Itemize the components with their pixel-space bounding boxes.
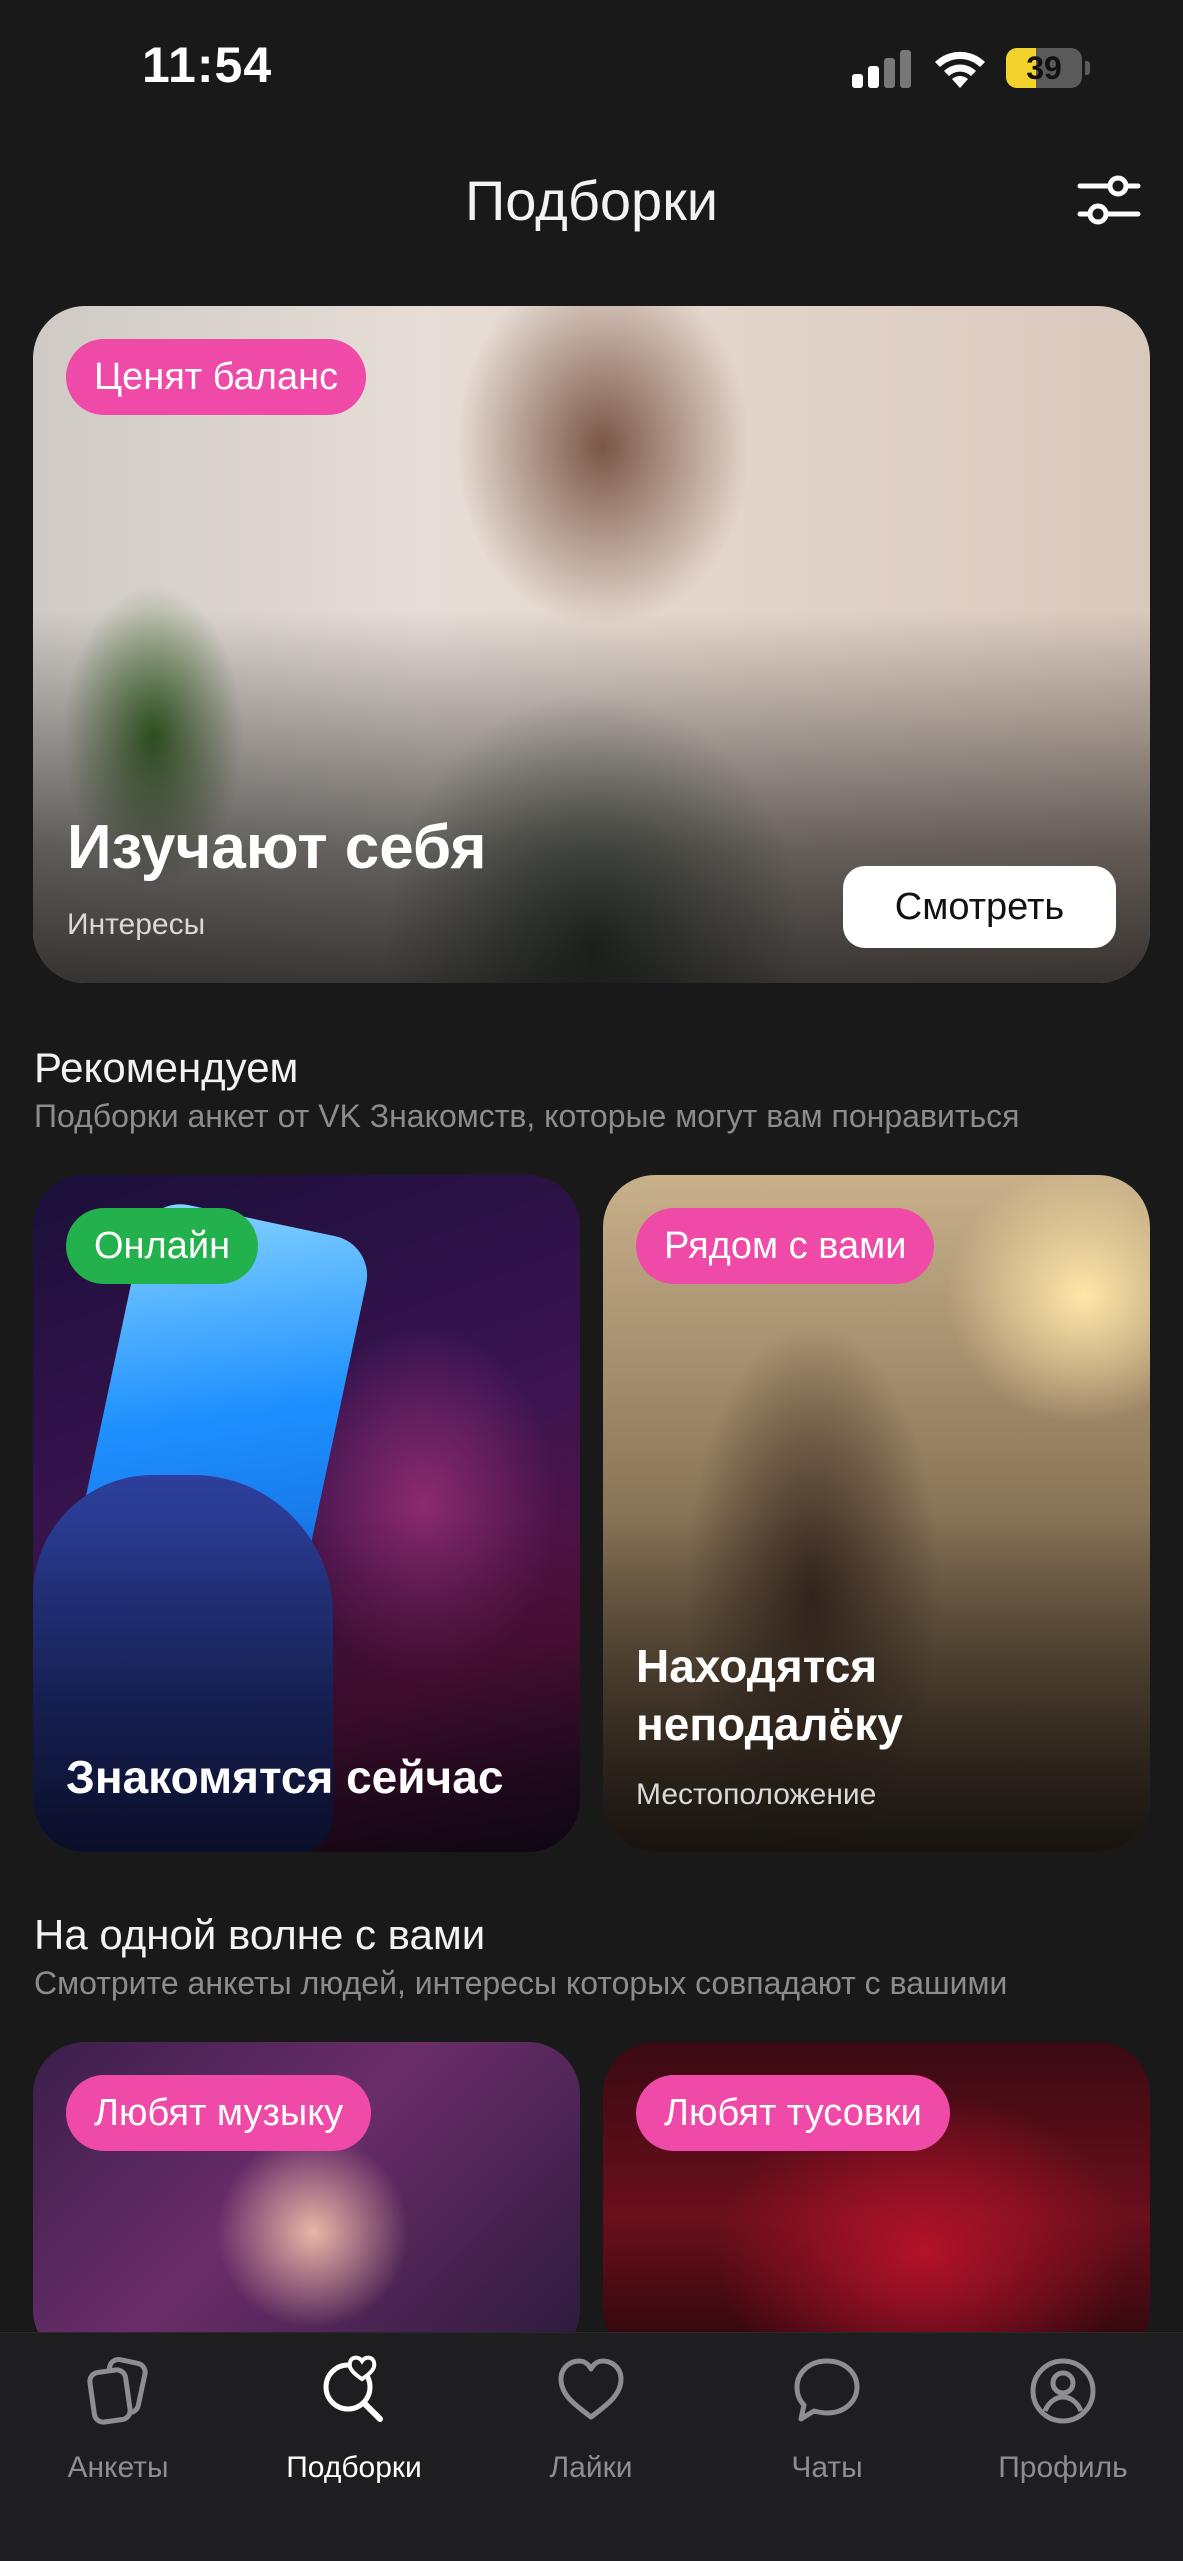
- section-title-same-wave: На одной волне с вами: [34, 1911, 486, 1958]
- tab-label: Анкеты: [67, 2451, 169, 2484]
- bottom-tab-bar: Анкеты Подборки Лайки Чаты Профиль: [0, 2332, 1183, 2561]
- cards-icon: [87, 2356, 148, 2425]
- hero-title: Изучают себя: [67, 813, 487, 882]
- collection-card-music[interactable]: Любят музыку: [33, 2042, 580, 2362]
- tab-profile[interactable]: Профиль: [963, 2355, 1163, 2495]
- tab-label: Профиль: [998, 2451, 1128, 2484]
- profile-icon: [1030, 2358, 1096, 2424]
- page-title: Подборки: [465, 169, 718, 232]
- card-subtitle: Местоположение: [636, 1778, 877, 1811]
- card-tag: Рядом с вами: [636, 1208, 935, 1284]
- tab-collections[interactable]: Подборки: [254, 2355, 454, 2495]
- cellular-signal-icon: [852, 48, 914, 88]
- tab-label: Лайки: [549, 2451, 633, 2484]
- battery-icon: 39: [1006, 48, 1090, 88]
- heart-search-icon: [323, 2355, 383, 2422]
- card-tag: Онлайн: [66, 1208, 259, 1284]
- watch-button[interactable]: Смотреть: [843, 866, 1116, 948]
- battery-percent: 39: [1026, 50, 1062, 86]
- card-title: Знакомятся сейчас: [66, 1751, 504, 1803]
- hero-tag: Ценят баланс: [66, 339, 367, 415]
- tab-likes[interactable]: Лайки: [491, 2355, 691, 2495]
- card-tag: Любят музыку: [66, 2075, 372, 2151]
- status-time: 11:54: [142, 37, 273, 93]
- wifi-icon: [935, 51, 985, 88]
- heart-icon: [558, 2358, 624, 2420]
- hero-collection-card[interactable]: Ценят баланс Изучают себя Интересы Смотр…: [33, 306, 1150, 983]
- chat-bubble-icon: [794, 2358, 860, 2422]
- hero-subtitle: Интересы: [67, 908, 206, 941]
- tab-profiles[interactable]: Анкеты: [18, 2355, 218, 2495]
- card-tag: Любят тусовки: [636, 2075, 950, 2151]
- section-subtitle-recommend: Подборки анкет от VK Знакомств, которые …: [34, 1098, 1020, 1134]
- collection-card-nearby[interactable]: Рядом с вами Находятся неподалёку Местоп…: [603, 1175, 1150, 1852]
- tab-chats[interactable]: Чаты: [727, 2355, 927, 2495]
- section-title-recommend: Рекомендуем: [34, 1044, 299, 1091]
- sliders-icon[interactable]: [1076, 170, 1142, 230]
- card-title: Находятся неподалёку: [636, 1640, 903, 1750]
- collection-card-online[interactable]: Онлайн Знакомятся сейчас: [33, 1175, 580, 1852]
- section-subtitle-same-wave: Смотрите анкеты людей, интересы которых …: [34, 1965, 1008, 2001]
- tab-label: Подборки: [286, 2451, 422, 2484]
- collection-card-party[interactable]: Любят тусовки: [603, 2042, 1150, 2362]
- tab-label: Чаты: [791, 2451, 863, 2484]
